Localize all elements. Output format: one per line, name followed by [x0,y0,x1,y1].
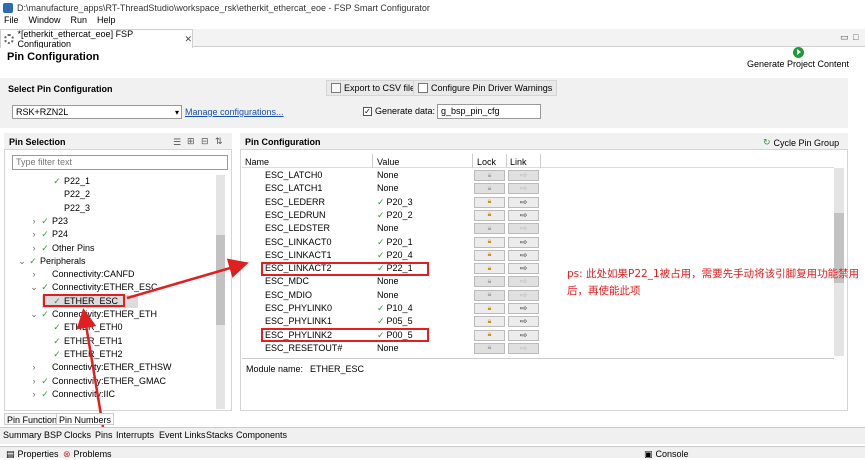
annotation-arrows [76,258,249,428]
properties-icon: ▤ [6,449,15,459]
view-properties[interactable]: ▤ Properties [6,449,59,460]
tab-interrupts[interactable]: Interrupts [116,430,154,441]
view-console[interactable]: ▣ Console [644,449,689,460]
view-properties-label: Properties [17,449,59,459]
tab-summary[interactable]: Summary [3,430,42,441]
tab-bsp[interactable]: BSP [44,430,62,441]
tab-pin-function[interactable]: Pin Function [4,413,61,425]
view-console-label: Console [655,449,689,459]
tab-clocks[interactable]: Clocks [64,430,91,441]
arrow-to-linkact2 [126,258,249,300]
annotation-note: ps: 此处如果P22_1被占用，需要先手动将该引脚复用功能禁用后，再使能此项 [567,268,860,297]
tab-stacks[interactable]: Stacks [206,430,233,441]
tab-pin-numbers[interactable]: Pin Numbers [56,413,115,425]
tab-components[interactable]: Components [236,430,287,441]
view-problems-label: Problems [73,449,112,459]
problems-icon: ⊗ [63,449,71,459]
tab-pins[interactable]: Pins [95,430,113,441]
bottom-views-bar [0,446,865,458]
console-icon: ▣ [644,449,653,459]
view-problems[interactable]: ⊗ Problems [63,449,112,460]
tab-event-links[interactable]: Event Links [159,430,206,441]
arrow-to-ether-esc [76,308,105,428]
